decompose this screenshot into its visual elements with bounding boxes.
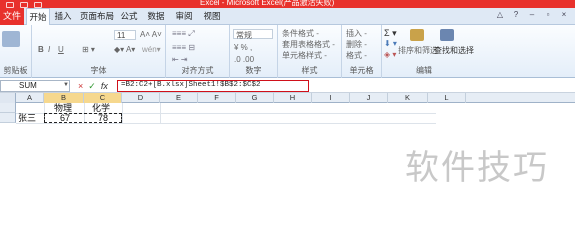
column-header-k[interactable]: K <box>388 93 428 103</box>
bold-button[interactable]: B <box>38 45 44 54</box>
cell-styles-button[interactable]: 单元格样式 - <box>282 50 327 61</box>
column-header-l[interactable]: L <box>428 93 466 103</box>
sort-filter-button[interactable]: 排序和筛选 <box>398 45 438 56</box>
grow-font-icon[interactable]: A˄ A˅ <box>140 30 162 39</box>
insert-cells-button[interactable]: 插入 - <box>346 28 367 39</box>
group-editing: Σ ▾ ⬇ ▾ ◈ ▾ 排序和筛选 查找和选择 编辑 <box>382 25 474 78</box>
cell-c1[interactable]: 化学 <box>92 103 110 113</box>
row-header-2[interactable] <box>0 113 16 123</box>
paste-icon[interactable] <box>2 31 20 47</box>
cancel-icon[interactable]: × <box>78 79 83 93</box>
group-label-cells: 单元格 <box>349 66 374 75</box>
align-left-icon[interactable]: ≡≡≡ ⊟ <box>172 43 195 52</box>
group-alignment: ≡≡≡ ⤢ ≡≡≡ ⊟ ⇤ ⇥ 对齐方式 <box>166 25 230 78</box>
find-select-icon[interactable] <box>440 29 454 41</box>
close-icon[interactable]: × <box>559 10 569 22</box>
format-cells-button[interactable]: 格式 - <box>346 50 367 61</box>
group-styles: 条件格式 - 套用表格格式 - 单元格样式 - 样式 <box>278 25 342 78</box>
conditional-formatting-button[interactable]: 条件格式 - <box>282 28 319 39</box>
group-label-editing: 编辑 <box>416 66 432 75</box>
grid-line <box>16 123 436 124</box>
phonetic-icon[interactable]: wén▾ <box>142 45 161 54</box>
column-header-f[interactable]: F <box>198 93 236 103</box>
column-header-g[interactable]: G <box>236 93 274 103</box>
number-format-select[interactable]: 常规 <box>233 29 273 40</box>
sort-filter-icon[interactable] <box>410 29 424 41</box>
autosum-icon[interactable]: Σ ▾ <box>384 28 397 39</box>
select-all-corner[interactable] <box>0 93 16 103</box>
column-header-i[interactable]: I <box>312 93 350 103</box>
row-header-1[interactable] <box>0 103 16 113</box>
decimal-icon[interactable]: .0 .00 <box>234 55 254 64</box>
tab-data[interactable]: 数据 <box>145 8 167 25</box>
enter-icon[interactable]: ✓ <box>88 79 96 93</box>
quick-access-toolbar[interactable] <box>0 0 60 8</box>
tab-insert[interactable]: 插入 <box>52 8 74 25</box>
grid-line <box>122 103 123 123</box>
currency-icon[interactable]: ¥ % , <box>234 43 252 52</box>
minimize-ribbon-icon[interactable]: △ <box>495 10 505 22</box>
watermark: 软件技巧 <box>405 148 549 188</box>
tab-home[interactable]: 开始 <box>26 8 50 26</box>
column-header-b[interactable]: B <box>44 93 84 103</box>
copy-marquee-selection <box>44 113 122 123</box>
formula-buttons: × ✓ fx <box>78 79 108 93</box>
align-top-icon[interactable]: ≡≡≡ ⤢ <box>172 29 195 39</box>
fill-color-icon[interactable]: ◆▾ A▾ <box>114 45 135 54</box>
column-header-a[interactable]: A <box>16 93 44 103</box>
window-controls: △ ? – ▫ × <box>495 10 569 22</box>
column-header-j[interactable]: J <box>350 93 388 103</box>
column-header-e[interactable]: E <box>160 93 198 103</box>
cell-b1[interactable]: 物理 <box>54 103 72 113</box>
help-icon[interactable]: ? <box>511 10 521 22</box>
group-label-clipboard: 剪贴板 <box>3 66 28 75</box>
tab-review[interactable]: 审阅 <box>173 8 195 25</box>
delete-cells-button[interactable]: 删除 - <box>346 39 367 50</box>
minimize-icon[interactable]: – <box>527 10 537 22</box>
clear-icon[interactable]: ◈ ▾ <box>384 50 396 59</box>
group-label-styles: 样式 <box>301 66 318 75</box>
tab-view[interactable]: 视图 <box>201 8 223 25</box>
insert-function-icon[interactable]: fx <box>101 79 108 93</box>
underline-button[interactable]: U <box>58 45 64 54</box>
italic-button[interactable]: I <box>48 45 50 54</box>
tab-file[interactable]: 文件 <box>0 8 24 25</box>
column-header-c[interactable]: C <box>84 93 122 103</box>
group-label-alignment: 对齐方式 <box>181 66 214 75</box>
formula-input[interactable]: =B2:C2+[B.xlsx]Sheet1!$B$2:$C$2 <box>117 80 309 92</box>
font-size-select[interactable]: 11 <box>114 30 136 40</box>
border-icon[interactable]: ⊞ ▾ <box>82 45 95 54</box>
grid-line <box>160 103 161 123</box>
group-label-font: 字体 <box>90 66 107 75</box>
format-as-table-button[interactable]: 套用表格格式 - <box>282 39 335 50</box>
group-font: 11 A˄ A˅ B I U ⊞ ▾ ◆▾ A▾ wén▾ 字体 <box>32 25 166 78</box>
tab-page-layout[interactable]: 页面布局 <box>80 8 114 25</box>
group-cells: 插入 - 删除 - 格式 - 单元格 <box>342 25 382 78</box>
group-clipboard: 剪贴板 <box>0 25 32 78</box>
column-header-d[interactable]: D <box>122 93 160 103</box>
name-box[interactable]: SUM <box>0 80 70 92</box>
indent-icon[interactable]: ⇤ ⇥ <box>172 55 188 64</box>
group-label-number: 数字 <box>245 66 262 75</box>
restore-icon[interactable]: ▫ <box>543 10 553 22</box>
find-select-button[interactable]: 查找和选择 <box>434 45 474 56</box>
name-box-dropdown-icon[interactable]: ▼ <box>63 82 69 88</box>
tab-formulas[interactable]: 公式 <box>118 8 140 25</box>
column-header-h[interactable]: H <box>274 93 312 103</box>
cell-a2[interactable]: 张三 <box>18 113 36 123</box>
window-title: Excel - Microsoft Excel(产品激活失败) <box>200 0 335 7</box>
fill-icon[interactable]: ⬇ ▾ <box>384 39 397 48</box>
group-number: 常规 ¥ % , .0 .00 数字 <box>230 25 278 78</box>
